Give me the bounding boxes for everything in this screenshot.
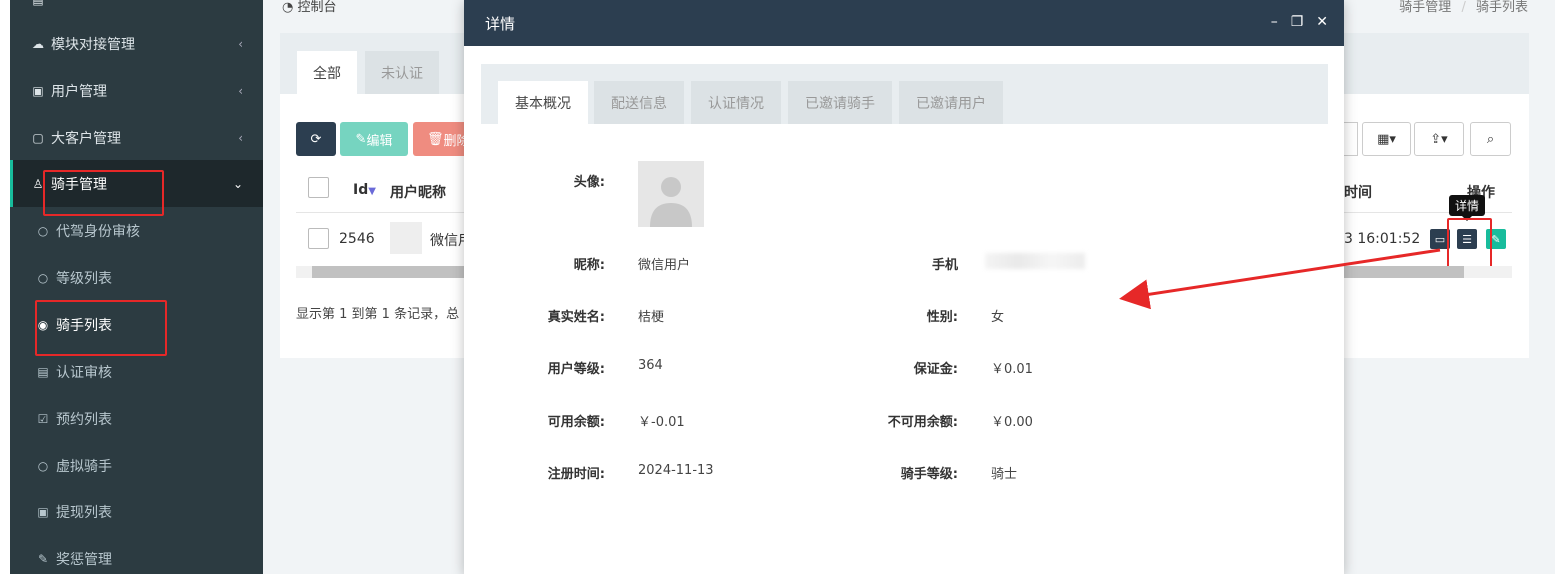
annotation-arrow — [1119, 248, 1441, 310]
